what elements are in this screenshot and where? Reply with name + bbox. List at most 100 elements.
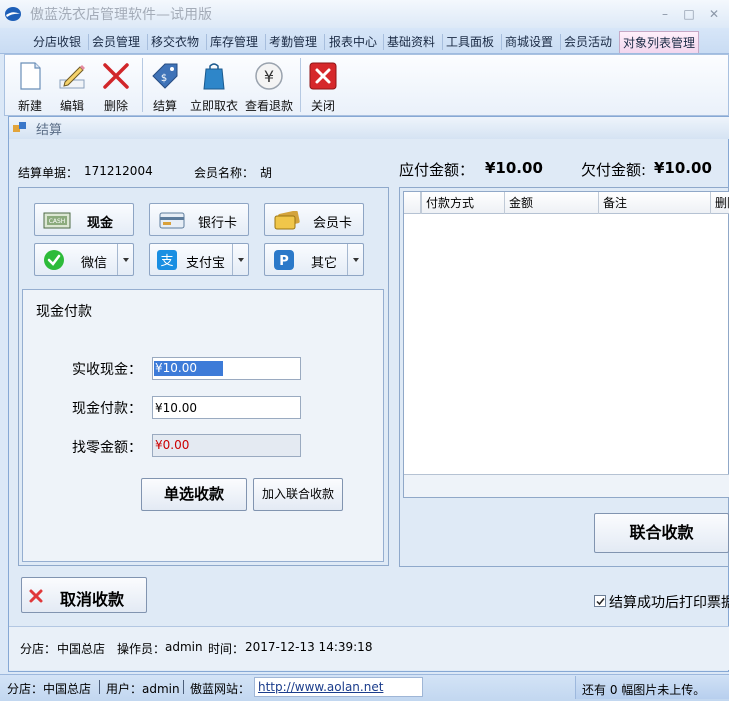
- ribbon-divider: [142, 58, 143, 112]
- delete-x-icon: [103, 63, 129, 89]
- column-delete[interactable]: 删除: [710, 192, 729, 214]
- cancel-x-icon: [29, 589, 43, 603]
- order-number-label: 结算单据：: [18, 166, 79, 180]
- tab-object-list-management[interactable]: 对象列表管理: [619, 31, 700, 53]
- website-link[interactable]: http://www.aolan.net: [258, 680, 383, 694]
- print-receipt-checkbox[interactable]: [594, 595, 606, 607]
- wechat-dropdown-arrow[interactable]: [117, 244, 133, 275]
- delete-button[interactable]: 删除: [96, 58, 136, 114]
- pencil-icon: [59, 65, 85, 89]
- dialog-title: 结算: [36, 123, 63, 138]
- status-divider: [99, 680, 100, 694]
- svg-text:$: $: [161, 73, 167, 84]
- close-button[interactable]: 关闭: [304, 58, 342, 114]
- member-card-icon: [274, 211, 300, 230]
- tab-reports[interactable]: 报表中心: [326, 31, 380, 53]
- tab-tools[interactable]: 工具面板: [443, 31, 497, 53]
- wechat-label: 微信: [81, 256, 108, 271]
- tab-mall-settings[interactable]: 商城设置: [502, 31, 556, 53]
- member-card-label: 会员卡: [313, 216, 353, 231]
- cash-paid-input[interactable]: [152, 396, 301, 419]
- other-payment-button[interactable]: P 其它: [264, 243, 364, 276]
- svg-text:CASH: CASH: [49, 218, 66, 225]
- checkout-button[interactable]: $ 结算: [146, 58, 184, 114]
- edit-label: 编辑: [59, 99, 84, 113]
- owed-amount-value: ¥10.00: [654, 159, 712, 177]
- tab-inventory[interactable]: 库存管理: [207, 31, 261, 53]
- info-operator-label: 操作员：: [117, 642, 166, 656]
- close-label: 关闭: [310, 99, 335, 113]
- member-name-label: 会员名称：: [194, 166, 255, 180]
- alipay-icon: 支: [157, 250, 177, 270]
- tab-member-activities[interactable]: 会员活动: [561, 31, 615, 53]
- bank-card-button[interactable]: 银行卡: [149, 203, 249, 236]
- column-remarks[interactable]: 备注: [598, 192, 710, 214]
- member-name-value: 胡: [260, 166, 273, 180]
- payable-amount-label: 应付金额：: [399, 161, 475, 179]
- tab-attendance[interactable]: 考勤管理: [266, 31, 320, 53]
- alipay-button[interactable]: 支 支付宝: [149, 243, 249, 276]
- wechat-button[interactable]: 微信: [34, 243, 134, 276]
- new-label: 新建: [17, 99, 42, 113]
- cancel-payment-button[interactable]: 取消收款: [21, 577, 147, 613]
- ribbon-divider: [300, 58, 301, 112]
- bank-card-label: 银行卡: [198, 216, 238, 231]
- change-amount-field: ¥0.00: [152, 434, 301, 457]
- svg-text:支: 支: [160, 254, 173, 269]
- cash-button[interactable]: CASH 现金: [34, 203, 134, 236]
- print-receipt-label: 结算成功后打印票据: [609, 595, 729, 611]
- tab-branch-cashier[interactable]: 分店收银: [30, 31, 84, 53]
- cash-icon: CASH: [43, 212, 71, 229]
- svg-text:P: P: [279, 254, 289, 269]
- new-button[interactable]: 新建: [10, 58, 50, 114]
- checkmark-icon: [596, 598, 605, 606]
- new-document-icon: [20, 62, 41, 90]
- cash-paid-label: 现金付款：: [72, 401, 142, 417]
- owed-amount-label: 欠付金额:: [581, 161, 647, 179]
- info-branch-label: 分店：: [20, 642, 57, 656]
- app-logo-icon: [5, 7, 21, 21]
- close-red-icon: [309, 62, 337, 90]
- other-payment-dropdown-arrow[interactable]: [347, 244, 363, 275]
- pickup-now-button[interactable]: 立即取衣: [188, 58, 240, 114]
- grid-row-indicator-header: [404, 192, 421, 214]
- minimize-icon[interactable]: –: [656, 5, 674, 23]
- cash-payment-heading: 现金付款: [36, 304, 92, 320]
- payment-grid[interactable]: [403, 191, 729, 498]
- dialog-window-icon: [13, 122, 26, 132]
- status-website-label: 傲蓝网站：: [190, 682, 251, 696]
- column-payment-method[interactable]: 付款方式: [421, 192, 504, 214]
- paypal-icon: P: [274, 250, 294, 270]
- close-icon[interactable]: ✕: [705, 5, 723, 23]
- menu-divider: [324, 34, 325, 50]
- window-title: 傲蓝洗衣店管理软件—试用版: [30, 7, 212, 23]
- status-user: 用户：admin: [106, 682, 180, 696]
- view-refund-button[interactable]: ¥ 查看退款: [243, 58, 295, 114]
- info-time-value: 2017-12-13 14:39:18: [245, 640, 373, 654]
- payable-amount-value: ¥10.00: [485, 159, 543, 177]
- combined-pay-button[interactable]: 联合收款: [594, 513, 729, 553]
- add-to-combined-pay-button[interactable]: 加入联合收款: [253, 478, 343, 511]
- restore-icon[interactable]: □: [680, 5, 698, 23]
- cancel-payment-label: 取消收款: [60, 590, 125, 609]
- single-pay-button[interactable]: 单选收款: [141, 478, 247, 511]
- member-card-button[interactable]: 会员卡: [264, 203, 364, 236]
- cash-received-label: 实收现金：: [72, 362, 142, 378]
- edit-button[interactable]: 编辑: [52, 58, 92, 114]
- svg-text:¥: ¥: [264, 67, 274, 86]
- column-amount[interactable]: 金额: [504, 192, 598, 214]
- tab-basic-data[interactable]: 基础资料: [384, 31, 438, 53]
- order-number-value: 171212004: [84, 164, 153, 178]
- info-operator-value: admin: [165, 640, 203, 654]
- alipay-dropdown-arrow[interactable]: [232, 244, 248, 275]
- tab-transfer-clothes[interactable]: 移交衣物: [148, 31, 202, 53]
- upload-status-text: 还有 0 幅图片未上传。: [582, 683, 706, 697]
- change-amount-label: 找零金额：: [72, 440, 142, 456]
- checkout-label: 结算: [152, 99, 177, 113]
- bank-card-icon: [159, 212, 185, 229]
- dialog-title-bar: [9, 117, 729, 139]
- status-branch: 分店：中国总店: [7, 682, 92, 696]
- cash-received-selected-text: ¥10.00: [155, 361, 197, 375]
- cash-payment-box: [22, 289, 384, 562]
- tab-member-management[interactable]: 会员管理: [89, 31, 143, 53]
